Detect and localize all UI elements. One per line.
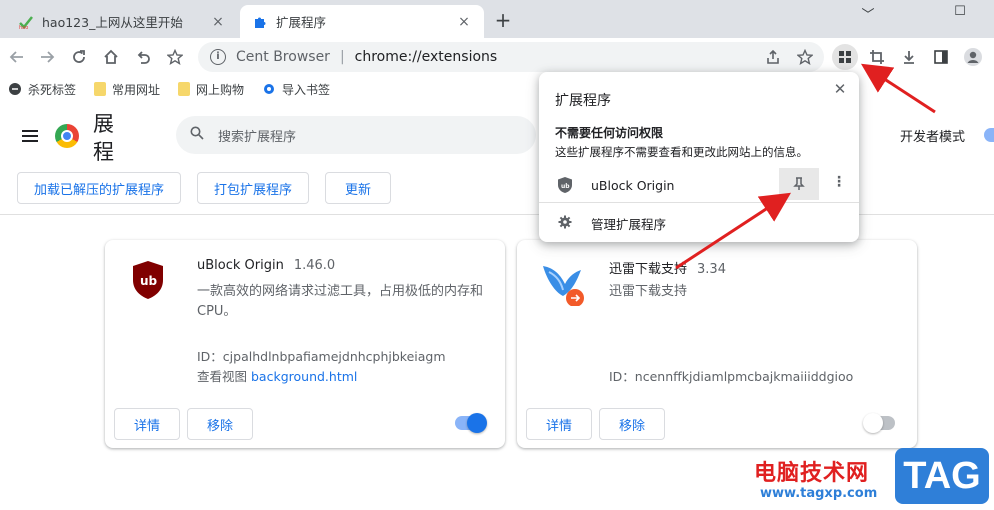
remove-button[interactable]: 移除 xyxy=(187,408,253,440)
close-tab-icon[interactable]: × xyxy=(456,14,472,30)
site-name: Cent Browser xyxy=(236,49,330,65)
extension-name: 迅雷下载支持 3.34 xyxy=(609,262,726,277)
update-button[interactable]: 更新 xyxy=(325,172,391,204)
profile-avatar-icon[interactable] xyxy=(960,44,986,70)
pin-icon[interactable] xyxy=(779,168,819,200)
pack-extension-button[interactable]: 打包扩展程序 xyxy=(197,172,309,204)
bookmark-label: 杀死标签 xyxy=(28,82,77,97)
search-extensions-field[interactable]: 搜索扩展程序 xyxy=(176,116,536,154)
reload-icon[interactable] xyxy=(66,44,92,70)
bookmark-label: 网上购物 xyxy=(196,82,245,97)
side-panel-icon[interactable] xyxy=(928,44,954,70)
popup-title: 扩展程序 xyxy=(555,93,611,109)
chrome-logo-icon xyxy=(55,124,79,148)
popup-divider xyxy=(539,202,859,203)
svg-text:ub: ub xyxy=(561,183,570,190)
extension-id: ID：ncennffkjdiamlpmcbajkmaiiiddgioo xyxy=(609,369,854,384)
folder-icon xyxy=(178,82,191,96)
extension-card-xunlei: 迅雷下载支持 3.34 迅雷下载支持 ID：ncennffkjdiamlpmcba… xyxy=(517,240,917,448)
load-unpacked-button[interactable]: 加载已解压的扩展程序 xyxy=(17,172,181,204)
no-access-description: 这些扩展程序不需要查看和更改此网站上的信息。 xyxy=(555,145,808,159)
kill-tabs-icon xyxy=(8,82,22,96)
details-button[interactable]: 详情 xyxy=(114,408,180,440)
tab-strip: hao hao123_上网从这里开始 × 扩展程序 × + ﹀ ☐ xyxy=(0,0,994,38)
download-icon[interactable] xyxy=(896,44,922,70)
tab-title: hao123_上网从这里开始 xyxy=(42,15,183,30)
bookmark-label: 导入书签 xyxy=(282,82,331,97)
site-info-icon[interactable]: i xyxy=(210,49,226,65)
search-icon xyxy=(190,126,204,144)
extensions-grid-icon[interactable] xyxy=(832,44,858,70)
extension-description: 一款高效的网络请求过滤工具，占用极低的内存和CPU。 xyxy=(197,284,484,319)
watermark-text: 电脑技术网 xyxy=(754,461,870,486)
restore-window-icon[interactable]: ☐ xyxy=(950,4,970,20)
address-bar[interactable]: i Cent Browser | chrome://extensions xyxy=(198,42,824,72)
manage-extensions-item[interactable]: 管理扩展程序 xyxy=(539,212,859,236)
extension-name: uBlock Origin 1.46.0 xyxy=(197,258,336,273)
remove-button[interactable]: 移除 xyxy=(599,408,665,440)
gear-icon xyxy=(262,82,276,96)
close-tab-icon[interactable]: × xyxy=(210,14,226,30)
extension-version: 3.34 xyxy=(697,262,726,277)
extension-id: ID：cjpalhdlnbpafiamejdnhcphjbkeiagm xyxy=(197,349,446,364)
page-title: 展程 xyxy=(93,112,114,164)
forward-icon[interactable] xyxy=(34,44,60,70)
extension-card-ublock: ub uBlock Origin 1.46.0 一款高效的网络请求过滤工具，占用极… xyxy=(105,240,505,448)
enable-toggle[interactable] xyxy=(863,413,895,433)
svg-text:ub: ub xyxy=(140,274,158,288)
home-icon[interactable] xyxy=(98,44,124,70)
background-page-link[interactable]: background.html xyxy=(251,369,357,384)
tab-hao123[interactable]: hao hao123_上网从这里开始 × xyxy=(6,5,238,38)
developer-mode-toggle[interactable] xyxy=(984,128,994,142)
menu-icon[interactable] xyxy=(22,130,38,142)
back-icon[interactable] xyxy=(4,44,30,70)
hao123-icon: hao xyxy=(18,14,34,30)
popup-extension-name: uBlock Origin xyxy=(591,178,675,193)
manage-extensions-label: 管理扩展程序 xyxy=(591,217,667,232)
crop-icon[interactable] xyxy=(864,44,890,70)
more-options-icon[interactable]: ⋮ xyxy=(831,174,847,194)
watermark-tag-logo: TAG xyxy=(895,448,989,504)
watermark-url: www.tagxp.com xyxy=(760,486,878,501)
gear-icon xyxy=(558,215,572,229)
omnibox-separator: | xyxy=(339,49,345,65)
url-text: chrome://extensions xyxy=(354,49,498,65)
star-icon[interactable] xyxy=(792,44,818,70)
folder-icon xyxy=(94,82,107,96)
no-access-heading: 不需要任何访问权限 xyxy=(555,126,664,140)
ublock-shield-icon: ub xyxy=(131,260,165,300)
undo-icon[interactable] xyxy=(130,44,156,70)
share-icon[interactable] xyxy=(760,44,786,70)
svg-text:hao: hao xyxy=(19,25,28,30)
minimize-chevron-icon[interactable]: ﹀ xyxy=(858,4,878,23)
bookmark-star-icon[interactable] xyxy=(162,44,188,70)
bookmark-folder-common[interactable]: 常用网址 xyxy=(94,81,160,98)
extension-description: 迅雷下载支持 xyxy=(609,284,688,299)
puzzle-icon xyxy=(252,14,268,30)
bookmark-import[interactable]: 导入书签 xyxy=(262,81,330,98)
bookmark-kill-tabs[interactable]: 杀死标签 xyxy=(8,81,76,98)
new-tab-button[interactable]: + xyxy=(492,10,514,32)
popup-extension-row[interactable]: ub uBlock Origin ⋮ xyxy=(539,168,859,204)
bookmark-folder-shopping[interactable]: 网上购物 xyxy=(178,81,244,98)
extensions-menu-popup: 扩展程序 ✕ 不需要任何访问权限 这些扩展程序不需要查看和更改此网站上的信息。 … xyxy=(539,72,859,242)
tab-extensions[interactable]: 扩展程序 × xyxy=(240,5,484,38)
enable-toggle[interactable] xyxy=(455,413,487,433)
bookmark-label: 常用网址 xyxy=(112,82,161,97)
close-icon[interactable]: ✕ xyxy=(831,80,849,98)
search-placeholder: 搜索扩展程序 xyxy=(218,129,297,145)
details-button[interactable]: 详情 xyxy=(526,408,592,440)
developer-mode-label: 开发者模式 xyxy=(900,130,966,145)
extension-version: 1.46.0 xyxy=(293,258,336,273)
ublock-shield-icon: ub xyxy=(557,176,573,194)
inspect-views: 查看视图 background.html xyxy=(197,369,358,384)
tab-title: 扩展程序 xyxy=(276,15,327,30)
xunlei-bird-icon xyxy=(541,262,585,307)
toolbar: i Cent Browser | chrome://extensions xyxy=(0,38,994,76)
